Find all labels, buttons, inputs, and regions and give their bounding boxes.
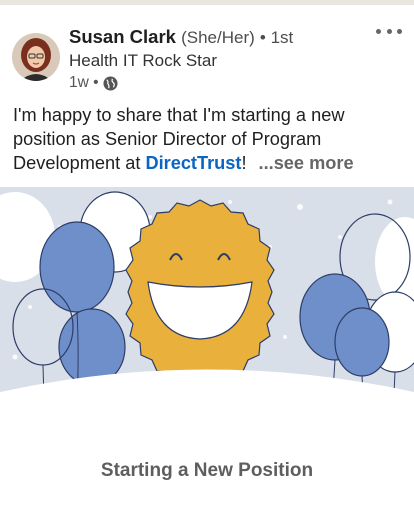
post-header: Susan Clark (She/Her) • 1st Health IT Ro…	[0, 5, 414, 95]
post-meta: 1w •	[69, 74, 118, 92]
post-time: 1w •	[69, 74, 99, 91]
see-more-link[interactable]: ...see more	[259, 153, 354, 173]
author-headline: Health IT Rock Star	[69, 51, 218, 70]
company-link[interactable]: DirectTrust	[145, 153, 241, 173]
author-line: Susan Clark (She/Her) • 1st	[69, 26, 293, 48]
dot	[376, 28, 381, 34]
author-avatar[interactable]	[12, 33, 60, 81]
globe-icon	[103, 75, 118, 91]
dot	[386, 28, 392, 34]
author-pronouns: (She/Her)	[181, 28, 255, 47]
celebration-illustration	[0, 191, 414, 437]
connection-degree: • 1st	[259, 28, 294, 47]
post-text-end: !	[241, 153, 247, 173]
post-text: I'm happy to share that I'm starting a n…	[13, 103, 405, 175]
author-name[interactable]: Susan Clark	[69, 26, 176, 47]
more-options-icon[interactable]	[376, 25, 402, 37]
post-image[interactable]	[0, 187, 414, 437]
image-caption[interactable]: Starting a New Position	[0, 460, 414, 482]
dot	[397, 28, 402, 34]
